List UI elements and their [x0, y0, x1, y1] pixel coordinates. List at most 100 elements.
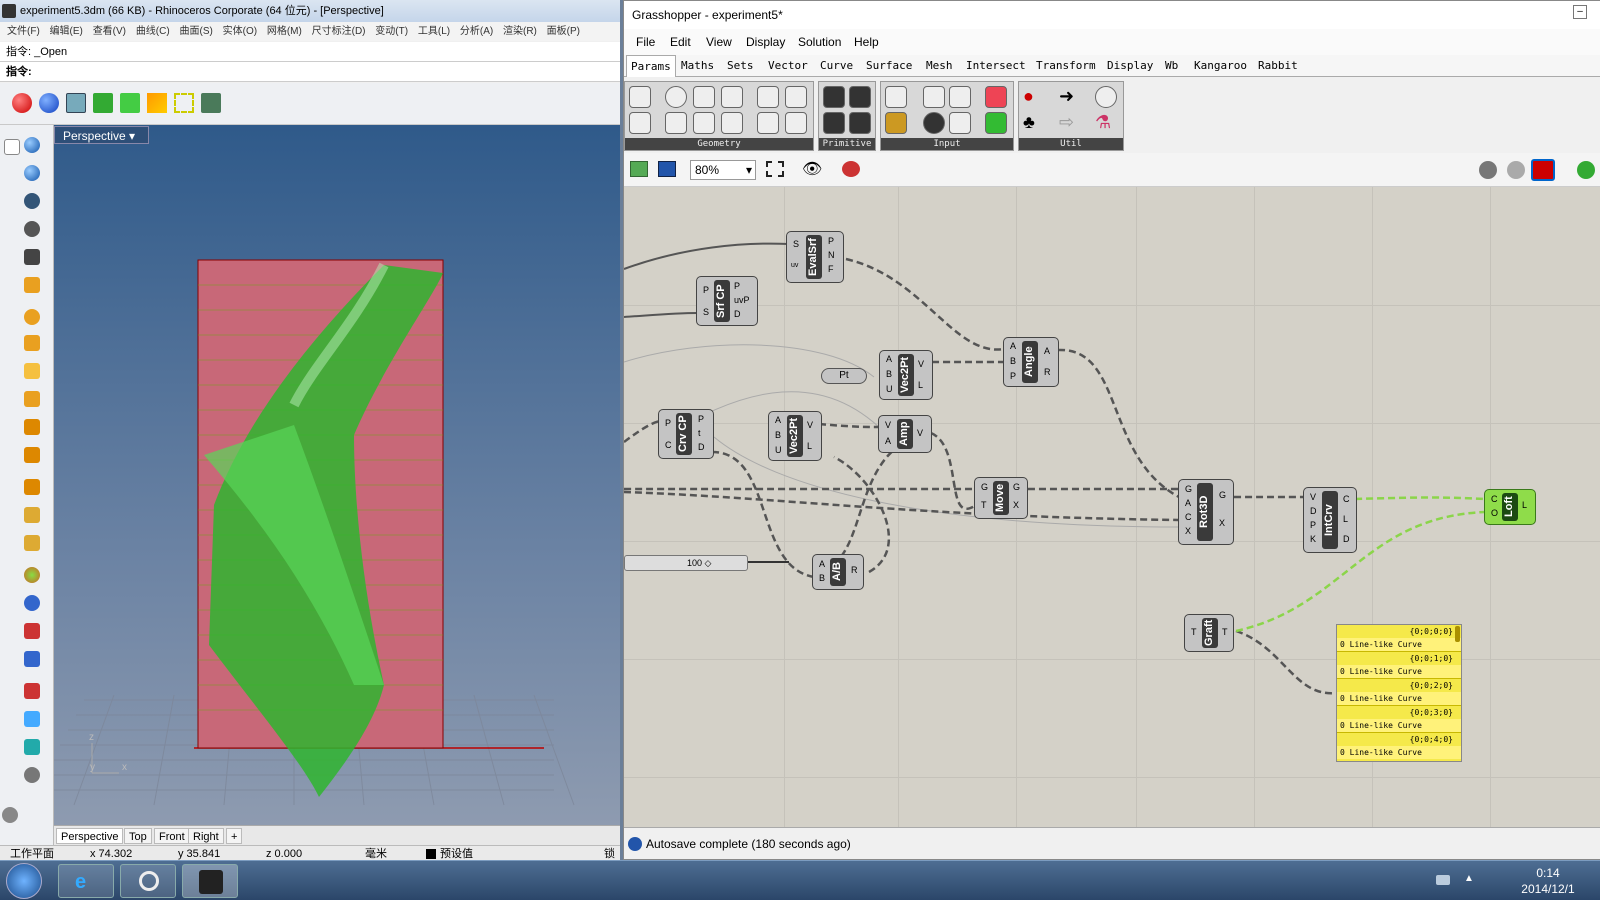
tab-intersect[interactable]: Intersect: [966, 55, 1026, 77]
vector-param-icon[interactable]: [629, 112, 651, 134]
keyboard-icon[interactable]: [1436, 875, 1450, 885]
bbox-icon[interactable]: [174, 93, 194, 113]
tab-maths[interactable]: Maths: [681, 55, 714, 77]
menu-file[interactable]: 文件(F): [7, 26, 40, 37]
graft-component[interactable]: T Graft T: [1184, 614, 1234, 652]
curve-param-icon[interactable]: [693, 112, 715, 134]
globe-icon[interactable]: [24, 221, 40, 237]
tab-surface[interactable]: Surface: [866, 55, 912, 77]
move-component[interactable]: GT Move GX: [974, 477, 1028, 519]
tab-transform[interactable]: Transform: [1036, 55, 1096, 77]
graph-mapper-icon[interactable]: [885, 112, 907, 134]
properties-icon[interactable]: [201, 93, 221, 113]
number-slider[interactable]: 100 ◇: [624, 555, 748, 571]
tab-front[interactable]: Front: [154, 828, 190, 844]
settings-icon[interactable]: [2, 807, 18, 823]
cherry-icon[interactable]: ●: [1023, 86, 1045, 108]
box-icon[interactable]: [66, 93, 86, 113]
fillet-icon[interactable]: [24, 507, 40, 523]
value-list-icon[interactable]: [949, 86, 971, 108]
menu-view[interactable]: 查看(V): [93, 26, 126, 37]
line-param-icon[interactable]: [665, 112, 687, 134]
srfcp-component[interactable]: PS Srf CP PuvP D: [696, 276, 758, 326]
gh-menu-help[interactable]: Help: [854, 29, 879, 55]
save-file-icon[interactable]: [658, 161, 676, 177]
tab-sets[interactable]: Sets: [727, 55, 754, 77]
extend-icon[interactable]: [24, 479, 40, 495]
bake-icon[interactable]: [1577, 161, 1595, 179]
import-icon[interactable]: [885, 86, 907, 108]
layer-icon[interactable]: [93, 93, 113, 113]
cube-icon[interactable]: [24, 711, 40, 727]
circle-param-icon[interactable]: [665, 86, 687, 108]
point-param[interactable]: Pt: [821, 368, 867, 384]
integer-param-icon[interactable]: [823, 112, 845, 134]
gh-menu-file[interactable]: File: [636, 29, 655, 55]
amp-component[interactable]: VA Amp V: [878, 415, 932, 453]
rectangle-icon[interactable]: [24, 363, 40, 379]
menu-panels[interactable]: 面板(P): [547, 26, 580, 37]
point-param-icon[interactable]: [721, 112, 743, 134]
taskbar-rhino-button[interactable]: [182, 864, 238, 898]
sphere-blue-icon[interactable]: [39, 93, 59, 113]
perspective-viewport[interactable]: z x y: [54, 125, 620, 825]
evalsrf-component[interactable]: Suv EvalSrf PNF: [786, 231, 844, 283]
curve-icon[interactable]: [24, 419, 40, 435]
text-param-icon[interactable]: [849, 112, 871, 134]
zoom-select[interactable]: 80% ▾: [690, 160, 756, 180]
minimize-icon[interactable]: –: [1573, 5, 1587, 19]
brep-param-icon[interactable]: [757, 86, 779, 108]
geometry-param-icon[interactable]: [629, 86, 651, 108]
tree-icon[interactable]: ♣: [1023, 112, 1045, 134]
taskbar-clock[interactable]: 0:14 2014/12/1: [1500, 865, 1596, 897]
cone-icon[interactable]: [147, 93, 167, 113]
arc-param-icon[interactable]: [693, 86, 715, 108]
line-icon[interactable]: [24, 391, 40, 407]
mesh-param-icon[interactable]: [785, 86, 807, 108]
preview-wire-icon[interactable]: [1507, 161, 1525, 179]
menu-dimension[interactable]: 尺寸标注(D): [312, 26, 366, 37]
tab-right[interactable]: Right: [188, 828, 224, 844]
tab-top[interactable]: Top: [124, 828, 152, 844]
intcrv-component[interactable]: VDPK IntCrv CLD: [1303, 487, 1357, 553]
select-icon[interactable]: [120, 93, 140, 113]
data-dam-icon[interactable]: [1095, 86, 1117, 108]
flask-icon[interactable]: ⚗: [1095, 112, 1117, 134]
field-param-icon[interactable]: [785, 112, 807, 134]
toggle-icon[interactable]: [923, 86, 945, 108]
sphere-icon[interactable]: [24, 137, 40, 153]
gh-menu-display[interactable]: Display: [746, 29, 785, 55]
sphere-red-icon[interactable]: [12, 93, 32, 113]
tab-rabbit[interactable]: Rabbit: [1258, 55, 1298, 77]
save-icon[interactable]: [24, 249, 40, 265]
material-icon[interactable]: [24, 595, 40, 611]
surface-param-icon[interactable]: [757, 112, 779, 134]
tab-mesh[interactable]: Mesh: [926, 55, 953, 77]
ellipsoid-icon[interactable]: [24, 165, 40, 181]
circle-icon[interactable]: [24, 309, 40, 325]
menu-transform[interactable]: 变动(T): [375, 26, 408, 37]
matrix-icon[interactable]: [985, 112, 1007, 134]
command-prompt[interactable]: 指令:: [0, 62, 620, 82]
mesh-icon[interactable]: [24, 623, 40, 639]
menu-mesh[interactable]: 网格(M): [267, 26, 302, 37]
sketch-icon[interactable]: [842, 161, 860, 177]
vec2pt-component-2[interactable]: ABU Vec2Pt VL: [768, 411, 822, 461]
menu-edit[interactable]: 编辑(E): [50, 26, 83, 37]
menu-render[interactable]: 渲染(R): [503, 26, 537, 37]
open-file-icon[interactable]: [630, 161, 648, 177]
angle-component[interactable]: ABP Angle AR: [1003, 337, 1059, 387]
solid-icon[interactable]: [24, 651, 40, 667]
tab-kangaroo[interactable]: Kangaroo: [1194, 55, 1247, 77]
boolean-param-icon[interactable]: [823, 86, 845, 108]
zoom-extents-icon[interactable]: [766, 161, 784, 177]
division-component[interactable]: AB A/B R: [812, 554, 864, 590]
menu-curve[interactable]: 曲线(C): [136, 26, 170, 37]
output-panel[interactable]: {0;0;0;0} 0 Line-like Curve {0;0;1;0} 0 Li…: [1336, 624, 1462, 762]
chamfer-icon[interactable]: [24, 535, 40, 551]
menu-tools[interactable]: 工具(L): [418, 26, 450, 37]
gradient-icon[interactable]: [985, 86, 1007, 108]
start-button[interactable]: [6, 863, 42, 899]
list-icon[interactable]: [949, 112, 971, 134]
arrow-right-icon[interactable]: ➜: [1059, 86, 1081, 108]
